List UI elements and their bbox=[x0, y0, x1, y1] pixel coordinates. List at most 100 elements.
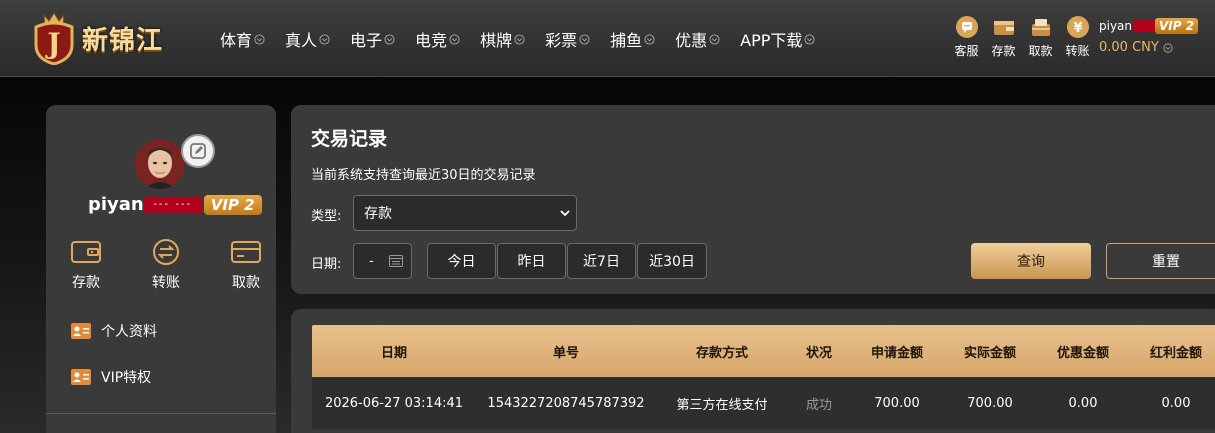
type-label: 类型: bbox=[311, 209, 342, 224]
nav-label: 体育 bbox=[220, 31, 253, 50]
chevron-down-icon bbox=[579, 33, 590, 45]
nav-item-slots[interactable]: 电子 bbox=[350, 27, 395, 51]
nav-item-lottery[interactable]: 彩票 bbox=[545, 27, 590, 51]
column-header-order-no: 单号 bbox=[552, 345, 579, 361]
range-yesterday-button[interactable]: 昨日 bbox=[497, 243, 566, 279]
nav-label: 电竞 bbox=[415, 31, 448, 50]
transfer-button[interactable]: ¥ 转账 bbox=[1059, 15, 1096, 59]
menu-label: 个人资料 bbox=[101, 324, 157, 340]
action-label: 客服 bbox=[954, 44, 979, 58]
main-nav: 体育 真人 电子 电竞 棋牌 彩票 捕鱼 优惠 APP下载 bbox=[220, 27, 835, 51]
vip-badge: VIP 2 bbox=[1155, 18, 1199, 34]
chevron-down-icon bbox=[1163, 42, 1173, 53]
range-today-button[interactable]: 今日 bbox=[427, 243, 496, 279]
nav-label: 电子 bbox=[350, 31, 383, 50]
column-header-actual: 实际金额 bbox=[963, 345, 1016, 361]
chevron-down-icon bbox=[384, 33, 395, 45]
action-label: 转账 bbox=[1065, 44, 1090, 58]
svg-text:¥: ¥ bbox=[1073, 21, 1082, 36]
transaction-query-panel: 交易记录 当前系统支持查询最近30日的交易记录 类型: 存款 日期: - 今日 … bbox=[291, 105, 1215, 294]
nav-item-esports[interactable]: 电竞 bbox=[415, 27, 460, 51]
nav-label: APP下载 bbox=[740, 31, 803, 50]
type-select[interactable]: 存款 bbox=[353, 195, 577, 231]
nav-item-cards[interactable]: 棋牌 bbox=[480, 27, 525, 51]
header-user-box[interactable]: piyan VIP 2 0.00 CNY bbox=[1099, 18, 1199, 55]
chevron-down-icon bbox=[560, 210, 570, 217]
customer-service-icon bbox=[955, 16, 978, 38]
transfer-icon: ¥ bbox=[1066, 16, 1089, 38]
nav-item-live-casino[interactable]: 真人 bbox=[285, 27, 330, 51]
column-header-method: 存款方式 bbox=[695, 345, 748, 361]
cell-method: 第三方在线支付 bbox=[676, 397, 768, 413]
quick-actions: 存款 转账 取款 bbox=[66, 238, 266, 292]
vip-badge: VIP 2 bbox=[203, 194, 262, 215]
chevron-down-icon bbox=[449, 33, 460, 45]
quick-label: 取款 bbox=[232, 275, 260, 291]
calendar-icon bbox=[389, 255, 403, 267]
account-sidebar: piyan --- --- VIP 2 存款 转账 取款 个人资料 VIP特权 bbox=[46, 105, 276, 433]
range-30days-button[interactable]: 近30日 bbox=[637, 243, 707, 279]
avatar[interactable] bbox=[135, 139, 185, 189]
column-header-status: 状况 bbox=[805, 345, 832, 361]
sidebar-menu: 个人资料 VIP特权 bbox=[71, 320, 157, 412]
date-range-buttons: 今日 昨日 近7日 近30日 bbox=[427, 243, 708, 279]
date-range-input[interactable]: - bbox=[353, 243, 412, 279]
reset-button[interactable]: 重置 bbox=[1106, 243, 1215, 279]
menu-label: VIP特权 bbox=[101, 370, 152, 386]
table-row[interactable]: 2026-06-27 03:14:41 1543227208745787392 … bbox=[312, 377, 1215, 429]
cell-actual: 700.00 bbox=[967, 395, 1013, 411]
cell-bonus: 0.00 bbox=[1161, 395, 1191, 411]
date-range-value: - bbox=[369, 253, 374, 269]
nav-label: 捕鱼 bbox=[610, 31, 643, 50]
cell-promo: 0.00 bbox=[1068, 395, 1098, 411]
profile-card-icon bbox=[71, 323, 91, 339]
sidebar-transfer-button[interactable]: 转账 bbox=[146, 238, 186, 292]
header-username: piyan bbox=[1099, 19, 1133, 33]
customer-service-button[interactable]: 客服 bbox=[948, 15, 985, 59]
edit-avatar-button[interactable] bbox=[181, 134, 215, 168]
nav-item-app-download[interactable]: APP下载 bbox=[740, 27, 815, 51]
page-title: 交易记录 bbox=[311, 128, 388, 150]
sidebar-divider bbox=[46, 413, 276, 414]
nav-label: 优惠 bbox=[675, 31, 708, 50]
cell-date: 2026-06-27 03:14:41 bbox=[324, 395, 464, 411]
logo-letter: J bbox=[44, 27, 60, 60]
quick-label: 存款 bbox=[72, 275, 100, 291]
nav-item-fishing[interactable]: 捕鱼 bbox=[610, 27, 655, 51]
wallet-icon bbox=[71, 241, 101, 263]
sidebar-deposit-button[interactable]: 存款 bbox=[66, 238, 106, 292]
card-icon bbox=[231, 241, 261, 263]
action-label: 取款 bbox=[1028, 44, 1053, 58]
withdraw-button[interactable]: 取款 bbox=[1022, 15, 1059, 59]
header-actions: 客服 存款 取款 ¥ 转账 bbox=[948, 15, 1096, 59]
nav-label: 棋牌 bbox=[480, 31, 513, 50]
sidebar-item-profile[interactable]: 个人资料 bbox=[71, 320, 157, 342]
type-select-value: 存款 bbox=[364, 206, 392, 222]
top-header: J 新锦江 体育 真人 电子 电竞 棋牌 彩票 捕鱼 优惠 APP下载 客服 存… bbox=[0, 0, 1215, 77]
user-avatar-image bbox=[135, 139, 185, 189]
site-logo[interactable]: J 新锦江 bbox=[30, 8, 163, 68]
withdraw-icon bbox=[1031, 19, 1050, 36]
quick-label: 转账 bbox=[152, 275, 180, 291]
date-label: 日期: bbox=[311, 257, 342, 272]
chevron-down-icon bbox=[319, 33, 330, 45]
column-header-bonus: 红利金额 bbox=[1149, 345, 1202, 361]
redaction-mark: --- --- bbox=[143, 196, 202, 213]
chevron-down-icon bbox=[254, 33, 265, 45]
column-header-date: 日期 bbox=[380, 345, 407, 361]
chevron-down-icon bbox=[709, 33, 720, 45]
balance-amount: 0.00 CNY bbox=[1099, 40, 1159, 55]
column-header-requested: 申请金额 bbox=[870, 345, 923, 361]
sidebar-withdraw-button[interactable]: 取款 bbox=[226, 238, 266, 292]
chevron-down-icon bbox=[804, 33, 815, 45]
edit-icon bbox=[190, 143, 206, 159]
nav-label: 真人 bbox=[285, 31, 318, 50]
range-7days-button[interactable]: 近7日 bbox=[567, 243, 636, 279]
deposit-button[interactable]: 存款 bbox=[985, 15, 1022, 59]
search-button[interactable]: 查询 bbox=[971, 243, 1091, 279]
nav-item-promotions[interactable]: 优惠 bbox=[675, 27, 720, 51]
page-subtitle: 当前系统支持查询最近30日的交易记录 bbox=[311, 168, 536, 183]
nav-item-sports[interactable]: 体育 bbox=[220, 27, 265, 51]
sidebar-item-vip[interactable]: VIP特权 bbox=[71, 366, 157, 388]
action-label: 存款 bbox=[991, 44, 1016, 58]
